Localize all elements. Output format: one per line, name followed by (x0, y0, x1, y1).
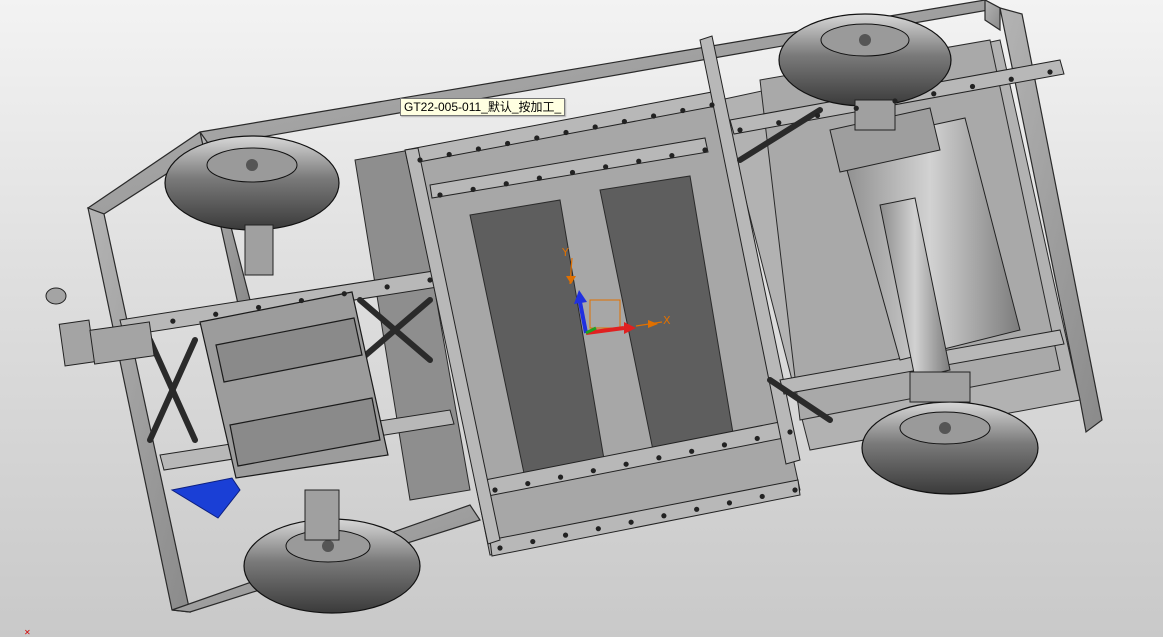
bolt-hole (603, 164, 609, 170)
bolt-hole (737, 127, 743, 133)
bolt-hole (776, 120, 782, 126)
bolt-hole (628, 519, 634, 525)
bolt-hole (446, 151, 452, 158)
bolt-hole (726, 500, 733, 506)
bolt-hole (792, 487, 798, 493)
bolt-hole (759, 493, 765, 500)
bolt-hole (492, 487, 498, 493)
bolt-hole (702, 147, 708, 153)
side-mount (45, 287, 155, 367)
bolt-hole (590, 468, 596, 474)
bolt-hole (470, 186, 476, 192)
bolt-hole (170, 318, 176, 324)
bolt-hole (754, 435, 760, 442)
bolt-hole (505, 140, 511, 147)
highlighted-bracket[interactable] (170, 477, 241, 519)
bolt-hole (536, 175, 542, 181)
bolt-hole (569, 169, 576, 176)
bolt-hole (721, 442, 728, 448)
bolt-hole (656, 455, 662, 461)
bolt-hole (931, 91, 937, 97)
bolt-hole (437, 192, 443, 198)
bolt-hole (557, 474, 564, 480)
bolt-hole (562, 532, 569, 538)
bolt-hole (669, 153, 675, 159)
bolt-hole (503, 181, 509, 187)
bolt-hole (417, 157, 423, 163)
bolt-hole (595, 526, 601, 532)
bolt-hole (530, 538, 536, 545)
bolt-hole (969, 83, 976, 90)
bolt-hole (592, 124, 598, 130)
bolt-hole (709, 102, 715, 108)
axis-x-label: X (663, 314, 671, 327)
axis-y-label: Y (562, 246, 569, 259)
bolt-hole (661, 513, 667, 519)
wheel-rear-left (243, 489, 421, 614)
bolt-hole (497, 545, 503, 551)
wheel-front-left (164, 135, 340, 276)
bolt-hole (384, 284, 390, 290)
bolt-hole (298, 297, 305, 304)
bolt-hole (427, 277, 433, 283)
3d-viewport[interactable]: GT22-005-011_默认_按加工_ X Y ✕ (0, 0, 1163, 637)
bolt-hole (475, 146, 481, 152)
bolt-hole (651, 113, 657, 119)
bolt-hole (892, 98, 898, 104)
bolt-hole (255, 304, 262, 311)
bolt-hole (636, 158, 642, 164)
part-name-tooltip: GT22-005-011_默认_按加工_ (400, 98, 566, 116)
bolt-hole (1047, 69, 1053, 75)
bolt-hole (623, 461, 629, 467)
bolt-hole (814, 112, 821, 119)
origin-marker-icon: ✕ (24, 628, 31, 637)
bolt-hole (525, 480, 531, 487)
bolt-hole (563, 129, 569, 136)
bolt-hole (213, 311, 219, 317)
bolt-hole (341, 291, 347, 297)
bolt-hole (621, 118, 628, 125)
bolt-hole (1008, 76, 1014, 82)
bolt-hole (694, 506, 700, 512)
bolt-hole (680, 107, 686, 114)
bolt-hole (534, 135, 540, 141)
chassis-3d-model[interactable] (0, 0, 1163, 637)
bolt-hole (689, 448, 695, 454)
bolt-hole (787, 429, 793, 435)
bolt-hole (853, 105, 859, 111)
